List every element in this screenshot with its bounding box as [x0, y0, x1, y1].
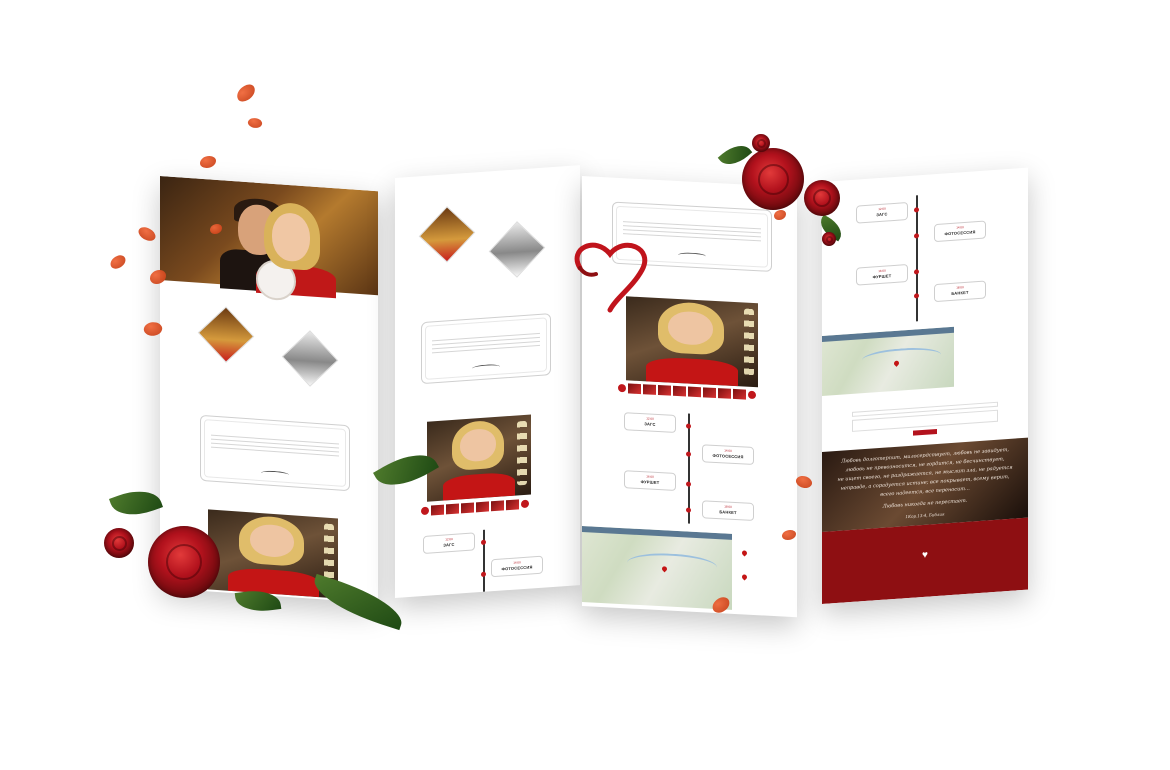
event-ticket: 16:00 ФУРШЕТ — [856, 263, 908, 286]
heart-icon: ♥ — [922, 549, 928, 562]
groom-portrait — [281, 330, 339, 387]
photo-dress — [442, 471, 516, 501]
landing-page-panel-2: 12:00 ЗАГС 14:00 ФОТОСЕССИЯ — [395, 165, 580, 598]
thumbnail[interactable] — [733, 388, 746, 400]
map-header-bar — [582, 526, 732, 540]
next-arrow-icon[interactable] — [748, 390, 756, 400]
photo-dress — [645, 356, 739, 387]
landing-page-panel-4: 12:00 ЗАГС 14:00 ФОТОСЕССИЯ 16:00 ФУРШЕТ… — [822, 167, 1028, 604]
footer-contact-center — [900, 537, 950, 540]
timeline-dot — [481, 571, 486, 577]
mirror-bulbs — [517, 420, 527, 486]
rsvp-form — [852, 401, 998, 440]
red-rose — [742, 148, 804, 210]
red-rose — [148, 526, 220, 598]
timeline-dot — [686, 507, 691, 513]
mirror-bulbs — [744, 308, 754, 377]
event-ticket: 14:00 ФОТОСЕССИЯ — [491, 555, 543, 578]
timeline-dot — [914, 293, 919, 299]
bride-portrait — [197, 306, 255, 363]
quote-banner: Любовь долготерпит, милосердствует, любо… — [822, 437, 1028, 532]
location-pin-icon — [740, 573, 749, 581]
thumbnail[interactable] — [718, 388, 731, 399]
timeline-line — [916, 195, 918, 322]
thumbnail[interactable] — [431, 504, 444, 516]
location-map[interactable] — [822, 326, 954, 396]
invitation-frame — [200, 414, 350, 492]
couple-names — [180, 375, 270, 381]
location-pin-icon — [740, 549, 749, 557]
event-ticket: 14:00 ФОТОСЕССИЯ — [934, 220, 986, 243]
thumbnail[interactable] — [628, 383, 641, 395]
flourish-ornament — [472, 363, 500, 372]
thumbnail[interactable] — [506, 499, 519, 511]
thumbnail[interactable] — [658, 384, 671, 396]
event-ticket: 12:00 ЗАГС — [423, 532, 475, 555]
timeline-dot — [686, 481, 691, 487]
invitation-text-lines — [432, 332, 540, 357]
timeline-dot — [914, 233, 919, 239]
site-footer: ♥ — [822, 517, 1028, 604]
thumbnail[interactable] — [688, 386, 701, 398]
map-river — [861, 345, 941, 370]
map-header-bar — [822, 326, 954, 342]
invitation-frame — [421, 313, 551, 385]
couple-names — [405, 275, 495, 281]
timeline-dot — [686, 423, 691, 429]
rose-bud — [104, 528, 134, 558]
thumbnail[interactable] — [643, 384, 656, 395]
submit-button[interactable] — [913, 428, 937, 436]
timeline-dot — [686, 451, 691, 457]
thumbnail[interactable] — [703, 387, 716, 399]
prev-arrow-icon[interactable] — [421, 506, 429, 516]
event-ticket: 12:00 ЗАГС — [624, 412, 676, 433]
thumbnail[interactable] — [491, 500, 504, 512]
footer-contact-left — [832, 542, 882, 545]
photo-thumbnails — [421, 499, 529, 517]
flourish-ornament — [678, 252, 706, 260]
event-ticket: 18:00 БАНКЕТ — [934, 280, 986, 303]
event-ticket: 14:00 ФОТОСЕССИЯ — [702, 444, 754, 466]
thumbnail[interactable] — [446, 503, 459, 515]
invitation-text-lines — [211, 434, 339, 460]
rose-petal — [246, 115, 264, 131]
rose-petal — [136, 223, 158, 245]
bride-photo — [427, 414, 531, 502]
rose-petal — [108, 253, 128, 271]
prev-arrow-icon[interactable] — [618, 383, 626, 393]
rose-bud — [822, 232, 836, 246]
location-map[interactable] — [582, 526, 732, 610]
bride-portrait — [418, 206, 476, 263]
bride-face — [272, 211, 310, 263]
rose-bud — [752, 134, 770, 152]
event-ticket: 12:00 ЗАГС — [856, 201, 908, 224]
thumbnail[interactable] — [461, 502, 474, 514]
timeline-dot — [914, 269, 919, 275]
hero-couple-photo — [160, 176, 378, 302]
rose-petal — [233, 81, 259, 105]
event-ticket: 18:00 БАНКЕТ — [702, 500, 754, 522]
flourish-ornament — [261, 470, 289, 479]
rose-petal — [200, 156, 216, 168]
next-arrow-icon[interactable] — [521, 499, 529, 509]
ribbon-heart-icon — [574, 242, 648, 313]
rose-leaf — [109, 482, 163, 524]
timeline-dot — [914, 207, 919, 213]
footer-contact-right — [968, 532, 1018, 535]
thumbnail[interactable] — [673, 385, 686, 397]
map-river — [627, 551, 717, 579]
timeline-dot — [481, 539, 486, 545]
thumbnail[interactable] — [476, 501, 489, 513]
event-ticket: 16:00 ФУРШЕТ — [624, 470, 676, 491]
mockup-stage: 12:00 ЗАГС 14:00 ФОТОСЕССИЯ 12:00 ЗАГС 1… — [0, 0, 1170, 770]
rose-petal — [794, 472, 814, 492]
groom-portrait — [488, 221, 546, 278]
red-rose — [804, 180, 840, 216]
